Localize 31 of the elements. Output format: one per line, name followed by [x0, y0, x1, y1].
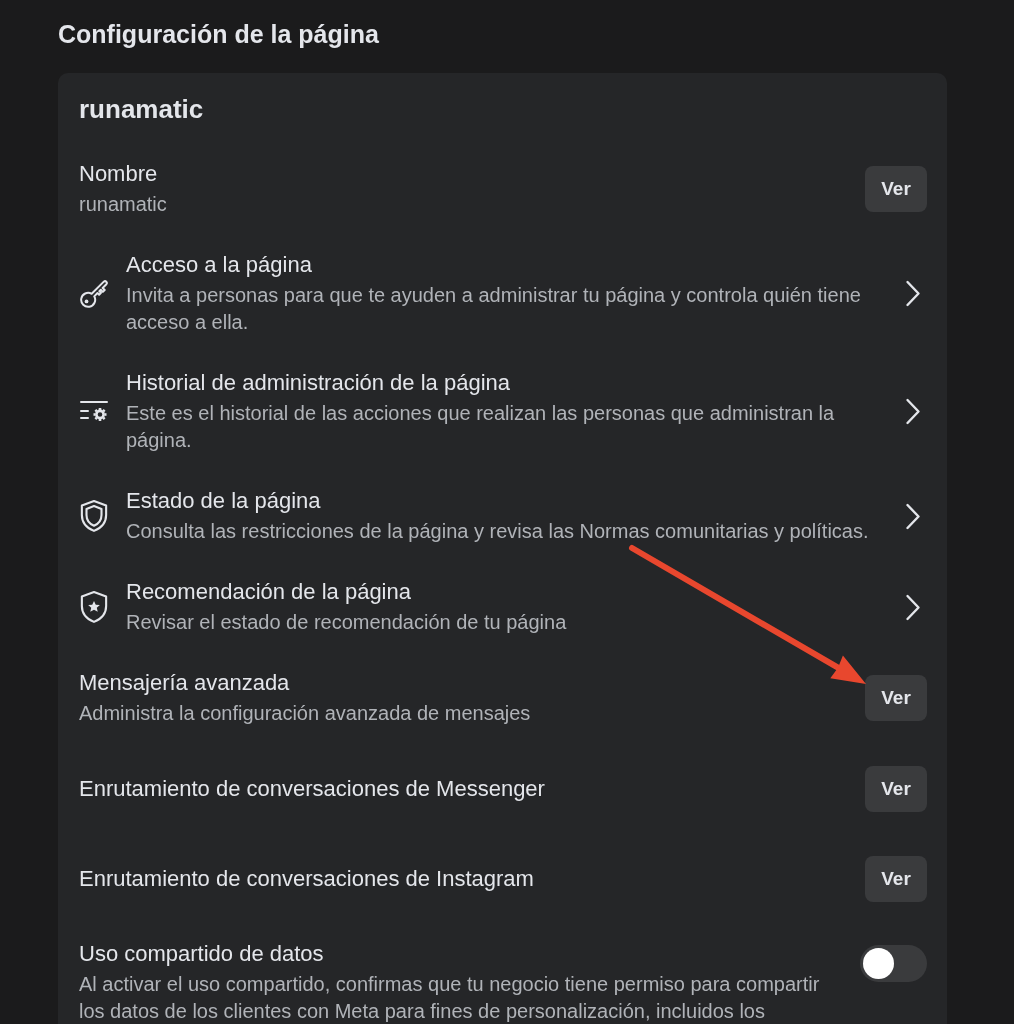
setting-description: Revisar el estado de recomendación de tu página — [126, 610, 567, 635]
setting-description: Este es el historial de las acciones que realizan las personas que administran la página. — [126, 401, 836, 453]
setting-title: Uso compartido de datos — [79, 940, 324, 968]
setting-title: Enrutamiento de conversaciones de Messenger — [79, 774, 545, 803]
setting-value: runamatic — [79, 192, 167, 217]
view-button[interactable]: Ver — [865, 765, 927, 812]
setting-title: Nombre — [79, 160, 158, 188]
card-title: runamatic — [79, 95, 205, 123]
view-button[interactable]: Ver — [865, 166, 927, 212]
key-icon — [80, 279, 108, 308]
page-title: Configuración de la página — [58, 20, 380, 48]
setting-description: Invita a personas para que te ayuden a administrar tu página y controla quién tiene acceso a ella. — [126, 283, 862, 335]
list-gear-icon — [80, 400, 110, 423]
setting-description: Administra la configuración avanzada de mensajes — [79, 701, 531, 726]
setting-title: Enrutamiento de conversaciones de Instagram — [79, 864, 534, 893]
setting-description: Al activar el uso compartido, confirmas que tu negocio tiene permiso para compartir los datos de los clientes con Meta para fines de personalización, incluidos los — [79, 972, 821, 1024]
chevron-right-icon[interactable] — [905, 280, 921, 307]
view-button[interactable]: Ver — [865, 855, 927, 902]
shield-icon — [80, 500, 108, 532]
chevron-right-icon[interactable] — [905, 502, 921, 530]
view-button[interactable]: Ver — [865, 675, 927, 721]
setting-title: Acceso a la página — [126, 251, 312, 279]
setting-title: Estado de la página — [126, 487, 321, 515]
setting-description: Consulta las restricciones de la página y revisa las Normas comunitarias y políticas. — [126, 519, 869, 544]
setting-title: Mensajería avanzada — [79, 669, 290, 697]
toggle-switch[interactable] — [860, 945, 927, 982]
chevron-right-icon[interactable] — [905, 593, 921, 621]
chevron-right-icon[interactable] — [905, 398, 921, 425]
setting-title: Recomendación de la página — [126, 578, 411, 606]
shield-star-icon — [80, 591, 108, 623]
setting-title: Historial de administración de la página — [126, 369, 510, 397]
